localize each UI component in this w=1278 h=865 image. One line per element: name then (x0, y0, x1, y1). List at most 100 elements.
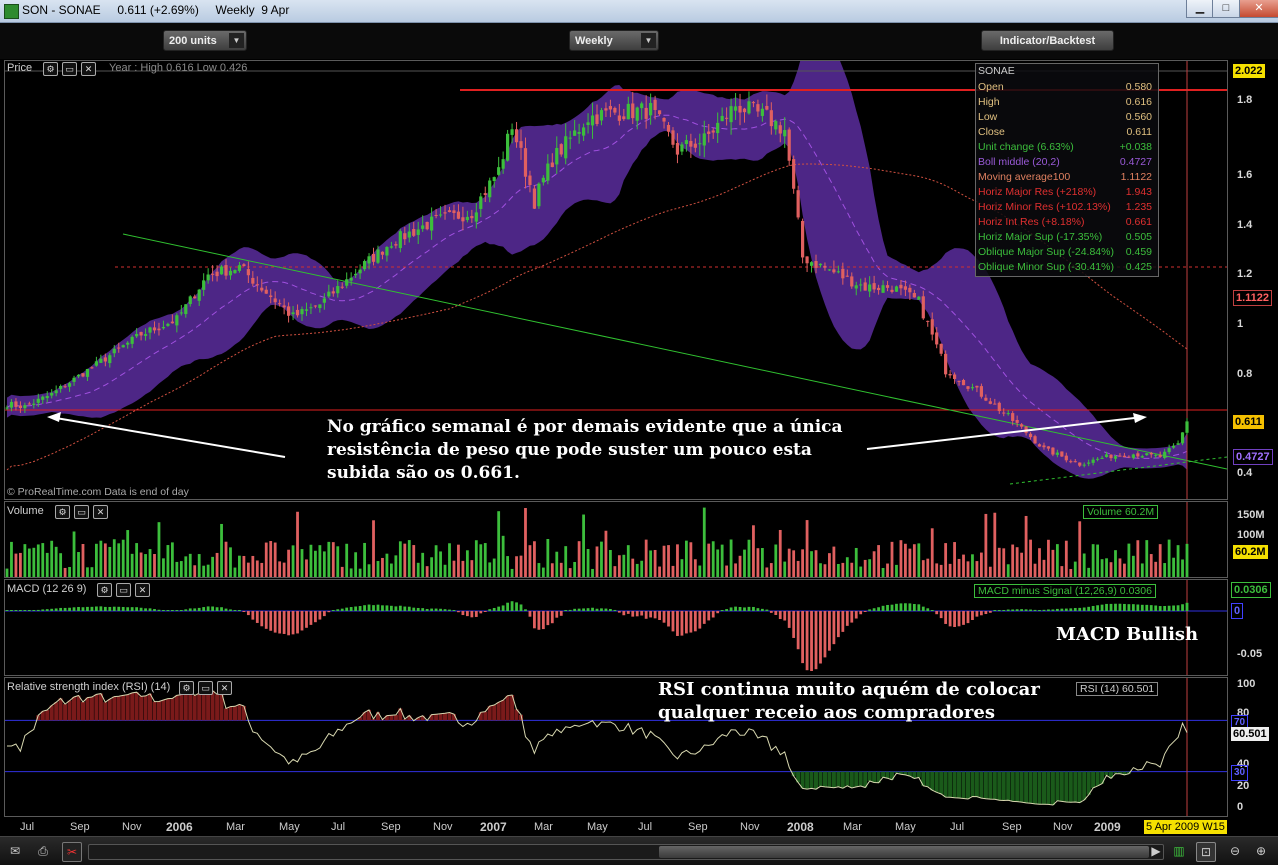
maximize-button[interactable]: □ (1212, 0, 1240, 18)
volume-bar (805, 520, 809, 577)
rsi-panel[interactable]: Relative strength index (RSI) (14) ⚙ ▭ ✕ R… (4, 677, 1228, 817)
candle-body (291, 312, 295, 315)
rsi-annotation: RSI continua muito aquém de colocar qual… (658, 678, 1040, 724)
close-button[interactable]: ✕ (1239, 0, 1278, 18)
volume-bar (1078, 521, 1082, 577)
candle-body (506, 133, 510, 161)
candle-body (733, 106, 738, 111)
candle-body (1109, 454, 1113, 459)
zoom-box-icon[interactable]: ⊡ (1196, 842, 1216, 862)
candle-body (1011, 413, 1015, 421)
x-axis-month-label: Sep (688, 821, 708, 833)
price-axis: 1.8 1.6 1.4 1.2 1 0.8 0.4 2.022 1.1122 0… (1229, 60, 1276, 500)
wrench-icon[interactable]: ⚙ (97, 583, 112, 597)
annotation-line: RSI continua muito aquém de colocar (658, 679, 1040, 700)
window-icon[interactable]: ▭ (62, 62, 77, 76)
volume-bar (559, 562, 563, 577)
zoom-out-icon[interactable]: ⊖ (1226, 842, 1244, 860)
close-icon[interactable]: ✕ (135, 583, 150, 597)
macd-histogram-bar (1145, 604, 1149, 611)
macd-histogram-bar (1100, 604, 1104, 611)
scrollbar-thumb[interactable] (659, 846, 1149, 858)
macd-histogram-bar (50, 608, 54, 611)
volume-bar (72, 531, 76, 577)
macd-histogram-bar (416, 607, 420, 611)
macd-histogram-bar (144, 608, 147, 611)
candle-body (32, 403, 36, 405)
window-icon[interactable]: ▭ (116, 583, 131, 597)
macd-histogram-bar (506, 602, 510, 611)
macd-histogram-bar (5, 610, 9, 611)
candle-body (944, 353, 948, 375)
macd-histogram-bar (1131, 604, 1135, 611)
print-icon[interactable]: ⎙ (34, 842, 52, 860)
volume-bar (979, 552, 983, 577)
close-icon[interactable]: ✕ (217, 681, 232, 695)
volume-panel[interactable]: Volume ⚙ ▭ ✕ Volume 60.2M (4, 501, 1228, 578)
candle-body (430, 216, 434, 231)
volume-bar (224, 541, 228, 577)
candle-body (300, 309, 304, 315)
candle-body (975, 385, 979, 388)
price-tick: 1.4 (1237, 219, 1253, 231)
candle-body (193, 296, 197, 299)
macd-histogram-bar (617, 611, 621, 613)
volume-bar (264, 542, 268, 577)
macd-histogram-bar (148, 608, 152, 611)
wrench-icon[interactable]: ⚙ (179, 681, 194, 695)
candle-body (1091, 459, 1095, 463)
macd-histogram-bar (787, 611, 791, 628)
info-row-label: High (978, 96, 1000, 108)
window-icon[interactable]: ▭ (198, 681, 213, 695)
candle-body (823, 265, 827, 268)
close-icon[interactable]: ✕ (93, 505, 108, 519)
macd-histogram-bar (1167, 605, 1171, 611)
macd-histogram-bar (1096, 605, 1100, 611)
candle-body (242, 264, 246, 267)
x-axis-month-label: Jul (331, 821, 346, 833)
time-scrollbar[interactable] (88, 844, 1164, 860)
macd-histogram-bar (783, 611, 787, 621)
volume-bar (1060, 566, 1064, 577)
macd-histogram-bar (251, 611, 255, 620)
macd-histogram-bar (322, 611, 326, 617)
macd-histogram-bar (331, 610, 335, 611)
candle-body (769, 110, 773, 127)
scroll-right-icon[interactable]: ▶ (1150, 842, 1162, 860)
candle-body (841, 268, 845, 279)
macd-histogram-bar (622, 611, 626, 616)
macd-panel[interactable]: MACD (12 26 9) ⚙ ▭ ✕ MACD minus Signal (12… (4, 579, 1228, 676)
mail-icon[interactable]: ✉ (6, 842, 24, 860)
candle-body (103, 357, 107, 362)
macd-histogram-bar (175, 610, 179, 611)
volume-bar (1015, 547, 1019, 577)
wrench-icon[interactable]: ⚙ (43, 62, 58, 76)
volume-bar (193, 565, 197, 577)
volume-bar (819, 563, 822, 577)
macd-histogram-bar (658, 611, 661, 620)
volume-bar (743, 549, 746, 577)
volume-bar (845, 557, 849, 577)
volume-bar (14, 553, 18, 577)
volume-bar (1100, 559, 1104, 577)
info-row: Horiz Int Res (+8.18%) 0.661 (978, 216, 1154, 231)
scissors-icon[interactable]: ✂ (62, 842, 82, 862)
chart-type-icon[interactable]: ▥ (1170, 842, 1188, 860)
units-select[interactable]: 200 units ▼ (163, 30, 247, 51)
wrench-icon[interactable]: ⚙ (55, 505, 70, 519)
volume-bar (331, 542, 335, 577)
info-row: Horiz Major Sup (-17.35%) 0.505 (978, 231, 1154, 246)
candle-body (184, 304, 188, 315)
price-tick: 0.4 (1237, 467, 1253, 479)
candle-body (546, 163, 550, 181)
candle-body (327, 291, 331, 297)
close-icon[interactable]: ✕ (81, 62, 96, 76)
minimize-button[interactable]: ▁ (1186, 0, 1214, 18)
zoom-in-icon[interactable]: ⊕ (1252, 842, 1270, 860)
macd-histogram-bar (1073, 607, 1077, 611)
candle-body (675, 142, 680, 155)
candle-body (340, 286, 344, 288)
period-select[interactable]: Weekly ▼ (569, 30, 659, 51)
indicator-backtest-button[interactable]: Indicator/Backtest (981, 30, 1114, 51)
window-icon[interactable]: ▭ (74, 505, 89, 519)
